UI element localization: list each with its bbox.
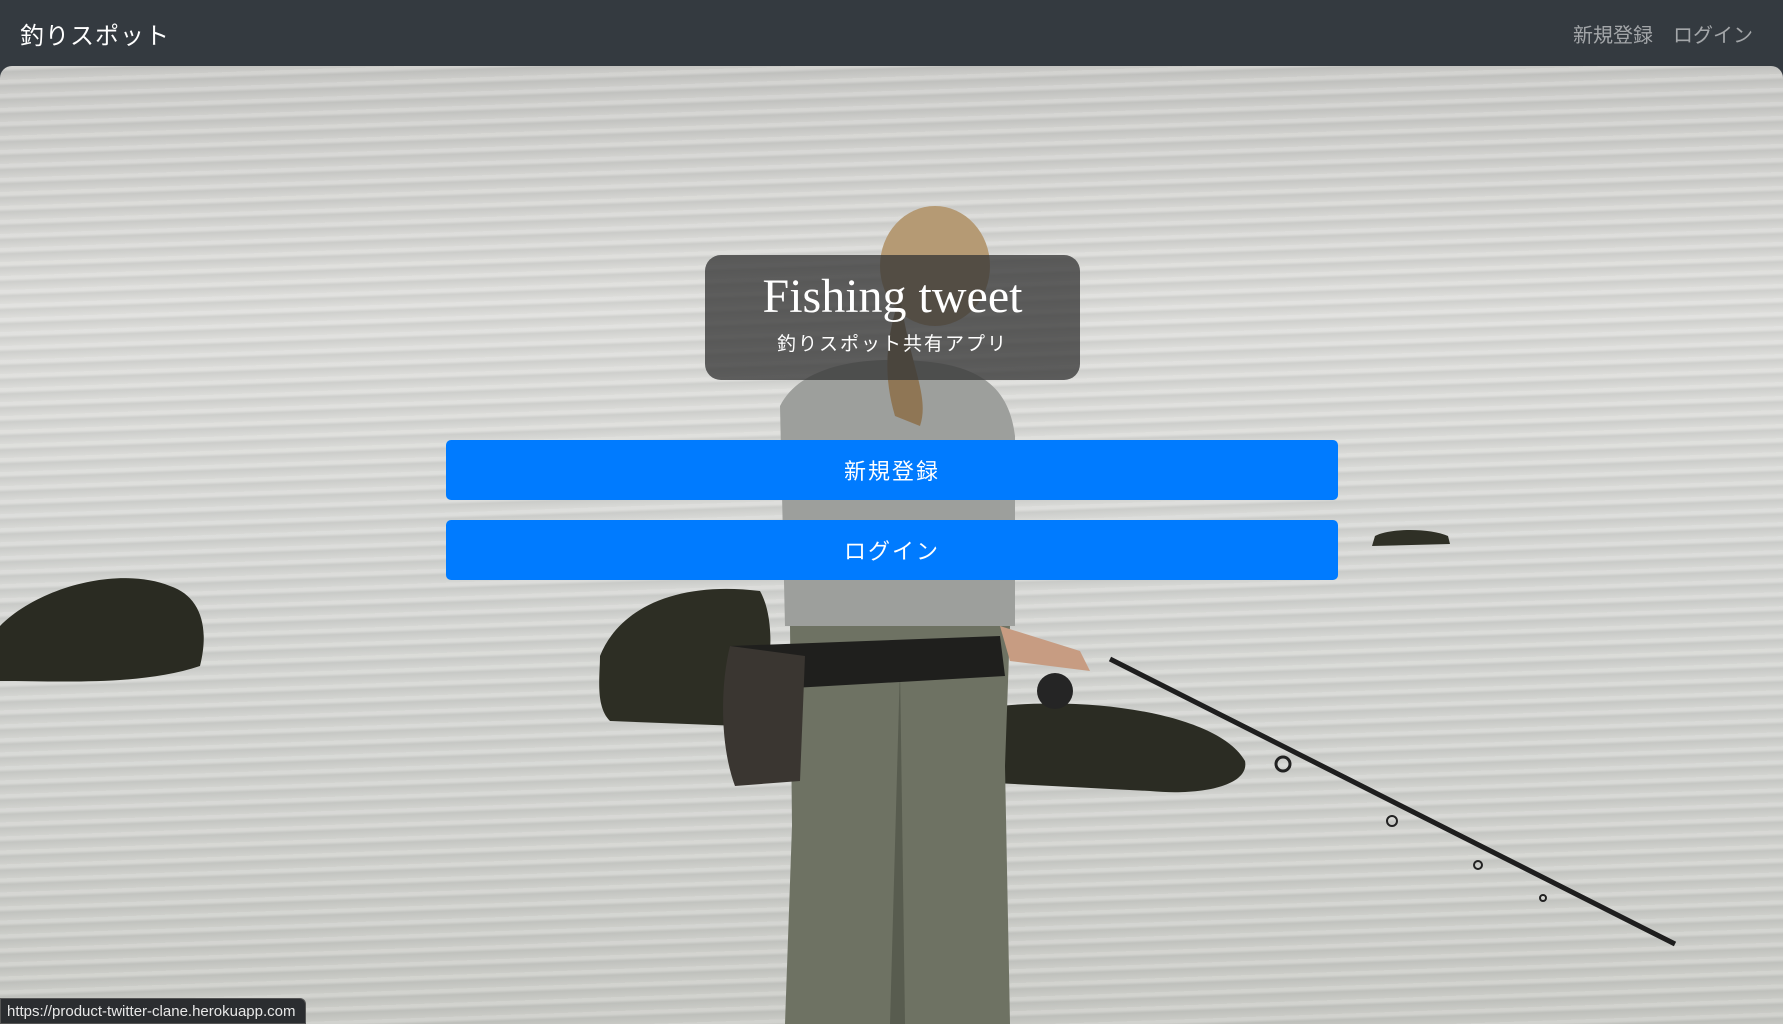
nav-login-link[interactable]: ログイン [1673, 19, 1753, 48]
app-title: Fishing tweet [762, 270, 1023, 323]
hero-background: Fishing tweet 釣りスポット共有アプリ 新規登録 ログイン [0, 66, 1783, 1024]
brand-link[interactable]: 釣りスポット [20, 16, 170, 51]
nav-links: 新規登録 ログイン [1573, 19, 1753, 48]
status-bar-url: https://product-twitter-clane.herokuapp.… [0, 998, 307, 1024]
app-subtitle: 釣りスポット共有アプリ [776, 333, 1008, 355]
nav-signup-link[interactable]: 新規登録 [1573, 19, 1653, 48]
title-box: Fishing tweet 釣りスポット共有アプリ [705, 255, 1080, 380]
login-button[interactable]: ログイン [446, 520, 1338, 580]
signup-button[interactable]: 新規登録 [446, 440, 1338, 500]
navbar: 釣りスポット 新規登録 ログイン [0, 0, 1783, 66]
